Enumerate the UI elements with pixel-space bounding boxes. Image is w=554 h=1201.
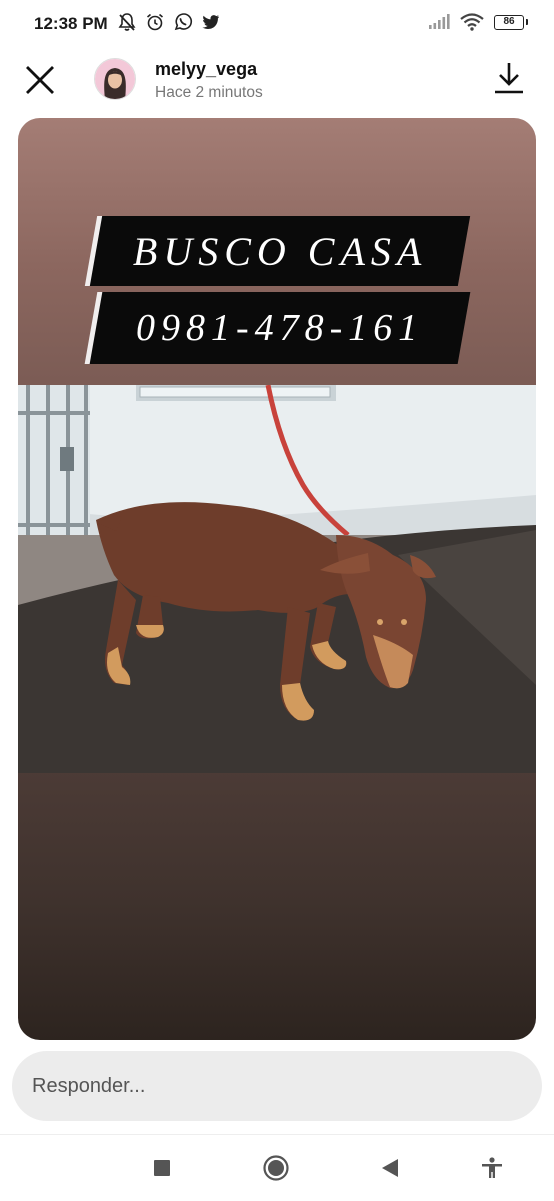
reply-placeholder: Responder...: [32, 1074, 146, 1097]
story-text-line2: 0981-478-161: [89, 292, 471, 364]
signal-icon: [429, 14, 450, 29]
story-text-line1: BUSCO CASA: [89, 216, 471, 286]
dog-photo: [18, 385, 536, 773]
story-text-line1-label: BUSCO CASA: [132, 228, 428, 274]
close-icon[interactable]: [22, 62, 58, 98]
status-time: 12:38 PM: [34, 14, 108, 33]
story-text-line2-label: 0981-478-161: [136, 307, 424, 349]
post-timestamp: Hace 2 minutos: [155, 84, 263, 101]
home-icon[interactable]: [263, 1155, 289, 1181]
battery-icon: 86: [494, 14, 528, 30]
reply-input[interactable]: Responder...: [12, 1051, 542, 1121]
back-icon[interactable]: [377, 1155, 403, 1181]
battery-level: 86: [503, 15, 515, 27]
wifi-icon: [460, 13, 484, 31]
navigation-bar: [0, 1134, 554, 1201]
username[interactable]: melyy_vega: [155, 59, 257, 80]
alarm-icon: [146, 13, 164, 31]
story-header: melyy_vega Hace 2 minutos: [0, 48, 554, 114]
status-icons-left: [117, 12, 221, 32]
status-icons-right: 86: [428, 13, 528, 31]
whatsapp-icon: [174, 13, 193, 31]
accessibility-icon[interactable]: [479, 1155, 505, 1181]
notifications-off-icon: [118, 13, 136, 31]
status-bar: 12:38 PM 86: [0, 0, 554, 48]
story-card[interactable]: BUSCO CASA 0981-478-161: [18, 118, 536, 1040]
twitter-icon: [202, 15, 219, 29]
avatar[interactable]: [94, 58, 136, 100]
download-icon[interactable]: [492, 60, 526, 96]
recents-icon[interactable]: [149, 1155, 175, 1181]
